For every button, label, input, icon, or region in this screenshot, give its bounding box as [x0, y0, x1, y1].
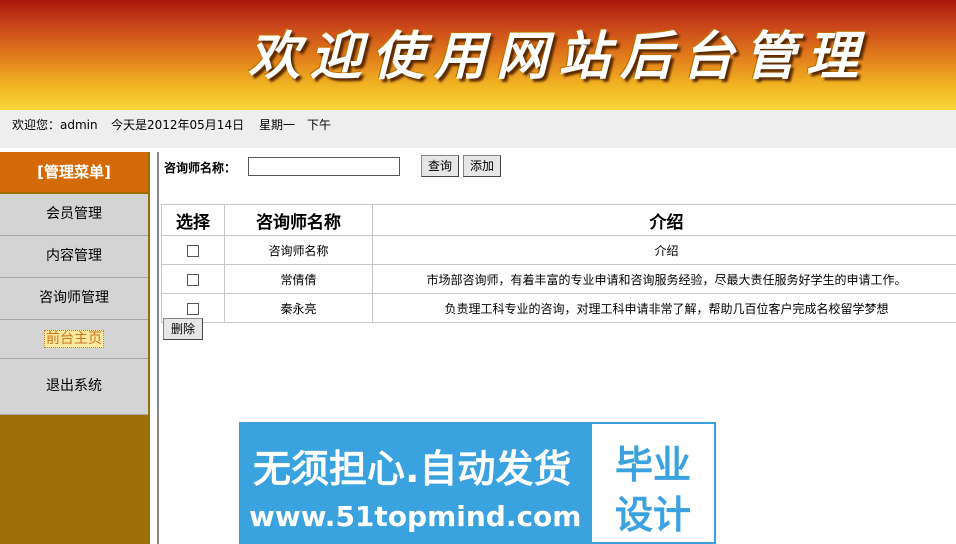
ad-slogan: 无须担心.自动发货 — [253, 447, 572, 491]
banner-title: 欢迎使用网站后台管理 — [248, 26, 869, 87]
ad-badge-line2: 设计 — [614, 493, 691, 537]
row-checkbox[interactable] — [187, 273, 199, 286]
row-checkbox[interactable] — [187, 244, 199, 257]
column-header-name: 咨询师名称 — [224, 204, 373, 236]
counselor-name-cell: 秦永亮 — [224, 293, 373, 323]
counselor-intro-cell: 负责理工科专业的咨询，对理工科申请非常了解，帮助几百位客户完成名校留学梦想 — [372, 293, 956, 323]
delete-button[interactable]: 删除 — [163, 318, 203, 340]
period-text: 下午 — [307, 118, 332, 132]
column-header-intro: 介绍 — [372, 204, 956, 236]
add-button[interactable]: 添加 — [463, 155, 501, 177]
query-button[interactable]: 查询 — [421, 155, 459, 177]
counselor-name-cell: 咨询师名称 — [224, 235, 373, 265]
menu-header: [管理菜单] — [0, 152, 148, 192]
sidebar-item-logout[interactable]: 退出系统 — [0, 359, 148, 415]
counselor-intro-cell: 市场部咨询师，有着丰富的专业申请和咨询服务经验，尽最大责任服务好学生的申请工作。 — [372, 264, 956, 294]
header-banner: 欢迎使用网站后台管理 — [0, 0, 956, 110]
sidebar: [管理菜单] 会员管理 内容管理 咨询师管理 前台主页 退出系统 — [0, 152, 150, 544]
table-row: 咨询师名称 介绍 — [161, 235, 956, 265]
sidebar-item-frontpage[interactable]: 前台主页 — [0, 320, 148, 359]
sidebar-item-frontpage-label: 前台主页 — [44, 330, 104, 348]
column-header-select: 选择 — [161, 204, 225, 236]
search-label: 咨询师名称： — [164, 161, 237, 175]
sidebar-item-content[interactable]: 内容管理 — [0, 236, 148, 278]
sidebar-divider — [150, 152, 155, 544]
table-row: 秦永亮 负责理工科专业的咨询，对理工科申请非常了解，帮助几百位客户完成名校留学梦… — [161, 293, 956, 323]
counselor-name-search-input[interactable] — [248, 157, 400, 176]
row-checkbox[interactable] — [187, 302, 199, 315]
weekday-text: 星期一 — [259, 118, 296, 132]
sidebar-item-counselors[interactable]: 咨询师管理 — [0, 278, 148, 320]
ad-badge: 毕业 设计 — [592, 424, 714, 542]
date-text: 今天是2012年05月14日 — [111, 118, 245, 132]
info-bar: 欢迎您：admin 今天是2012年05月14日 星期一 下午 — [0, 110, 956, 148]
ad-badge-line1: 毕业 — [614, 443, 691, 487]
sidebar-item-members[interactable]: 会员管理 — [0, 194, 148, 236]
table-header-row: 选择 咨询师名称 介绍 — [161, 204, 956, 236]
advertisement-banner[interactable]: 无须担心.自动发货 www.51topmind.com 毕业 设计 — [239, 422, 716, 544]
counselor-table: 选择 咨询师名称 介绍 咨询师名称 介绍 常倩倩 市场部咨询师，有着丰富的专业申… — [161, 204, 956, 323]
counselor-intro-cell: 介绍 — [372, 235, 956, 265]
counselor-name-cell: 常倩倩 — [224, 264, 373, 294]
ad-url: www.51topmind.com — [249, 500, 582, 533]
welcome-text: 欢迎您：admin — [12, 118, 98, 132]
table-row: 常倩倩 市场部咨询师，有着丰富的专业申请和咨询服务经验，尽最大责任服务好学生的申… — [161, 264, 956, 294]
